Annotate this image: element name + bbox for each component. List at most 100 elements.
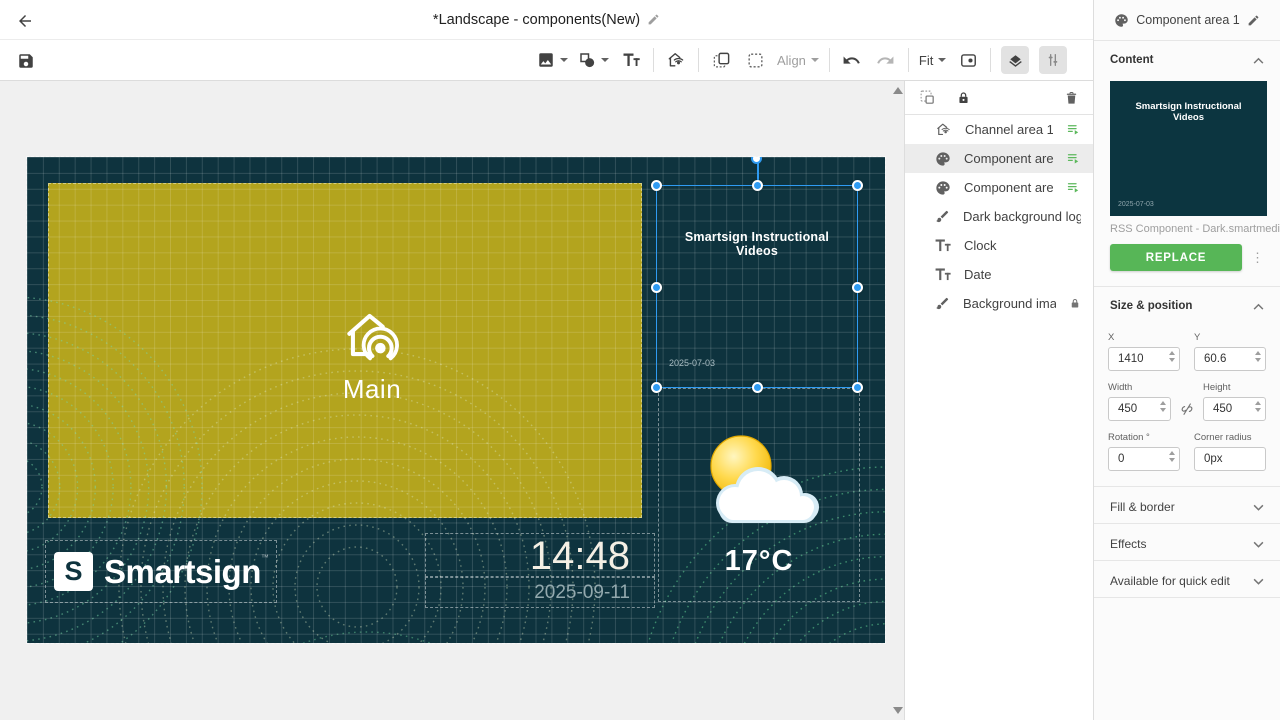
redo-button[interactable]: [874, 46, 898, 74]
width-stepper[interactable]: [1160, 401, 1166, 412]
rss-component-title: Smartsign Instructional Videos: [657, 230, 857, 258]
undo-button[interactable]: [840, 46, 864, 74]
kebab-menu[interactable]: ⋮: [1251, 253, 1264, 262]
replace-button[interactable]: REPLACE: [1110, 244, 1242, 271]
text-layer-icon: [935, 268, 951, 281]
insert-shape-button[interactable]: [578, 46, 609, 74]
brush-icon: [935, 296, 950, 311]
x-stepper[interactable]: [1169, 351, 1175, 362]
rename-icon[interactable]: [1247, 14, 1260, 27]
chevron-down-icon: [1253, 541, 1264, 548]
toolbar-divider: [990, 48, 991, 72]
resize-handle-e[interactable]: [852, 282, 863, 293]
resize-handle-ne[interactable]: [852, 180, 863, 191]
settings-panel-toggle[interactable]: [1039, 46, 1067, 74]
lock-button[interactable]: [956, 90, 971, 106]
resize-handle-se[interactable]: [852, 382, 863, 393]
sliders-icon: [1045, 52, 1061, 68]
quick-edit-section-header[interactable]: Available for quick edit: [1094, 561, 1280, 597]
clock-value: 14:48: [426, 534, 654, 578]
brush-icon: [935, 209, 950, 224]
design-canvas[interactable]: Main S Smartsign™ 14:48 2025-09-11: [27, 157, 885, 643]
width-inputbox: [1108, 397, 1171, 421]
rotation-row: Rotation ° Corner radius: [1094, 432, 1280, 471]
insert-image-button[interactable]: [537, 46, 568, 74]
logo-wordmark: Smartsign™: [104, 553, 269, 591]
aspect-link-toggle[interactable]: [1176, 397, 1198, 421]
chevron-down-icon: [1253, 578, 1264, 585]
corner-radius-inputbox: [1194, 447, 1266, 471]
group-icon: [919, 89, 936, 106]
corner-radius-input[interactable]: [1194, 447, 1266, 471]
layer-row-component-area-2[interactable]: Component area 2: [905, 173, 1093, 202]
content-section-header[interactable]: Content: [1094, 41, 1280, 75]
scroll-up-arrow[interactable]: [893, 87, 903, 94]
resize-handle-nw[interactable]: [651, 180, 662, 191]
effects-section-header[interactable]: Effects: [1094, 524, 1280, 560]
chevron-up-icon: [1253, 303, 1264, 310]
insert-text-button[interactable]: [619, 46, 643, 74]
toolbar-divider: [908, 48, 909, 72]
height-label: Height: [1203, 382, 1266, 393]
rotation-stepper[interactable]: [1169, 451, 1175, 462]
layer-row-date[interactable]: Date: [905, 260, 1093, 289]
insert-channel-button[interactable]: [664, 46, 688, 74]
document-title-wrap: *Landscape - components(New): [0, 12, 1093, 28]
clock-widget[interactable]: 14:48: [425, 533, 655, 577]
preview-button[interactable]: [956, 46, 980, 74]
main-channel-widget[interactable]: Main: [297, 305, 447, 405]
component-area-1-selected[interactable]: Smartsign Instructional Videos 2025-07-0…: [656, 185, 858, 388]
resize-handle-w[interactable]: [651, 282, 662, 293]
delete-button[interactable]: [1064, 90, 1079, 106]
size-position-section-header[interactable]: Size & position: [1094, 287, 1280, 321]
temperature-value: 17°C: [659, 545, 859, 578]
size-row: Width Height: [1094, 382, 1280, 421]
layer-row-dark-background-logo[interactable]: Dark background logo: [905, 202, 1093, 231]
component-area-2-weather[interactable]: 17°C: [658, 388, 860, 602]
y-stepper[interactable]: [1255, 351, 1261, 362]
layer-row-background-image[interactable]: Background image: [905, 289, 1093, 318]
logo-initial: S: [64, 556, 82, 587]
resize-handle-sw[interactable]: [651, 382, 662, 393]
save-button[interactable]: [14, 49, 38, 73]
layer-row-component-area-1[interactable]: Component area 1: [905, 144, 1093, 173]
save-icon: [17, 52, 35, 70]
layer-row-channel-area-1[interactable]: Channel area 1: [905, 115, 1093, 144]
resize-handle-s[interactable]: [752, 382, 763, 393]
group-button[interactable]: [919, 89, 936, 106]
marquee-icon: [746, 51, 765, 70]
scroll-down-arrow[interactable]: [893, 707, 903, 714]
toolbar-divider: [698, 48, 699, 72]
canvas-pane: Main S Smartsign™ 14:48 2025-09-11: [0, 81, 904, 720]
rotation-handle[interactable]: [751, 157, 762, 164]
chevron-down-icon: [811, 58, 819, 62]
content-source-caption: RSS Component - Dark.smartmedia: [1110, 223, 1264, 235]
fill-border-section-header[interactable]: Fill & border: [1094, 487, 1280, 523]
align-dropdown[interactable]: Align: [777, 46, 819, 74]
marquee-select-button[interactable]: [743, 46, 767, 74]
playlist-badge-icon[interactable]: [1066, 122, 1081, 137]
width-label: Width: [1108, 382, 1171, 393]
resize-handle-n[interactable]: [752, 180, 763, 191]
layers-panel-toggle[interactable]: [1001, 46, 1029, 74]
arrow-left-icon: [16, 12, 34, 30]
back-button[interactable]: [12, 8, 38, 34]
document-title: *Landscape - components(New): [433, 12, 640, 28]
edit-title-icon[interactable]: [647, 13, 660, 26]
duplicate-area-button[interactable]: [709, 46, 733, 74]
toolbar-cluster: Align Fit: [537, 40, 1067, 80]
date-widget[interactable]: 2025-09-11: [425, 577, 655, 608]
content-preview-thumbnail[interactable]: Smartsign Instructional Videos 2025-07-0…: [1110, 81, 1267, 216]
rotation-inputbox: [1108, 447, 1180, 471]
dark-background-logo-widget[interactable]: S Smartsign™: [45, 540, 277, 603]
fit-dropdown[interactable]: Fit: [919, 46, 946, 74]
layer-row-clock[interactable]: Clock: [905, 231, 1093, 260]
locked-badge-icon: [1069, 297, 1081, 310]
height-stepper[interactable]: [1255, 401, 1261, 412]
layers-toolbar: [905, 81, 1093, 115]
playlist-badge-icon[interactable]: [1066, 180, 1081, 195]
layers-icon: [1007, 52, 1024, 69]
chevron-down-icon: [560, 58, 568, 62]
align-label: Align: [777, 53, 806, 68]
playlist-badge-icon[interactable]: [1066, 151, 1081, 166]
